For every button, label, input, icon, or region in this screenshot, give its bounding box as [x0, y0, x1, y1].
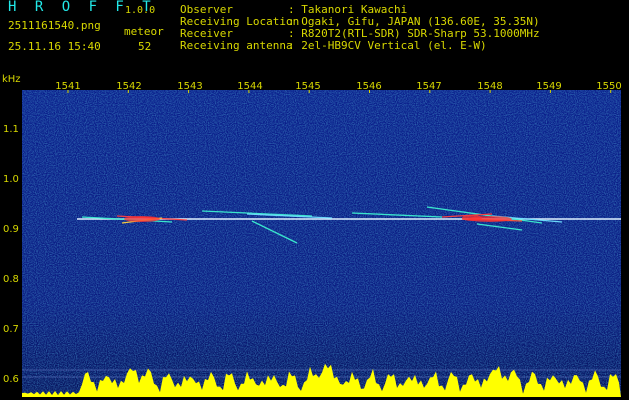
- observation-datetime: 25.11.16 15:40: [8, 40, 101, 53]
- y-tick-0-6: 0.6: [3, 374, 19, 385]
- y-tick-1-0: 1.0: [3, 174, 19, 185]
- y-tick-0-8: 0.8: [3, 274, 19, 285]
- hrofft-window: H R O F F T 1.0.0 2511161540.png meteor …: [0, 0, 629, 400]
- spectrogram-svg: [22, 90, 621, 397]
- meteor-label: meteor: [124, 25, 164, 38]
- echo-hotspot: [462, 215, 482, 221]
- info-antenna-value: : 2el-HB9CV Vertical (el. E-W): [288, 39, 487, 52]
- echo-hotspot: [124, 216, 160, 222]
- y-tick-1-1: 1.1: [3, 124, 19, 135]
- y-tick-0-7: 0.7: [3, 324, 19, 335]
- image-filename: 2511161540.png: [8, 19, 101, 32]
- info-antenna-key: Receiving antenna: [180, 39, 293, 52]
- meteor-count: 52: [138, 40, 152, 53]
- y-tick-0-9: 0.9: [3, 224, 19, 235]
- app-version: 1.0.0: [125, 5, 156, 16]
- y-axis-unit: kHz: [2, 74, 21, 85]
- spectrogram-plot: [22, 90, 621, 397]
- noise-speckle: [22, 90, 621, 397]
